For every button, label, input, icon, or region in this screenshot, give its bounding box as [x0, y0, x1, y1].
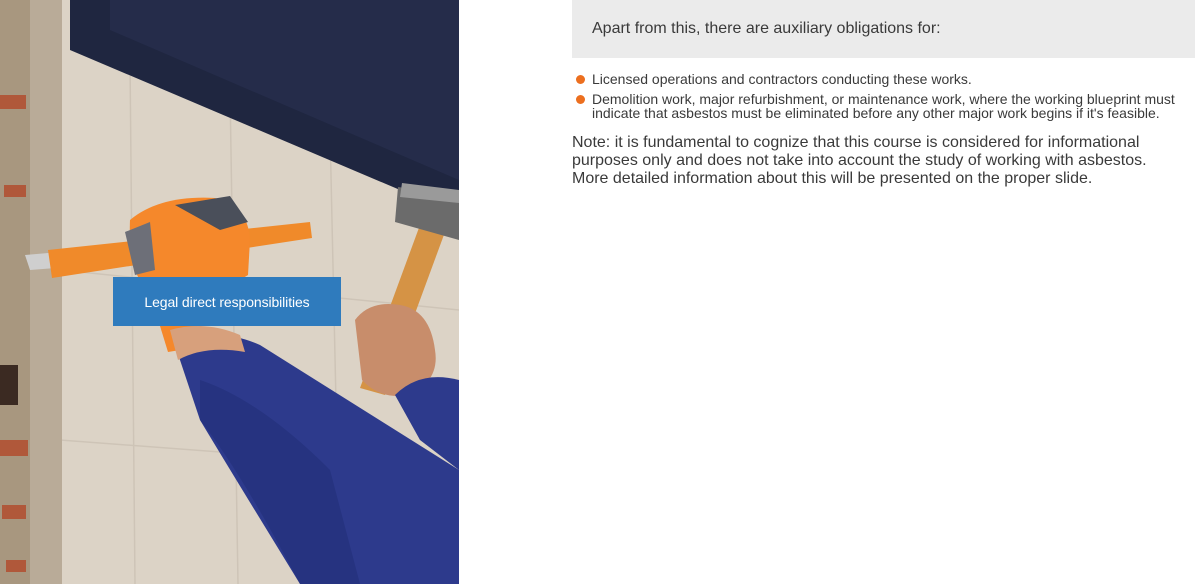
list-item: Licensed operations and contractors cond…: [572, 72, 1182, 86]
legal-direct-responsibilities-button[interactable]: Legal direct responsibilities: [113, 277, 341, 326]
list-item-text: Licensed operations and contractors cond…: [592, 71, 972, 87]
hero-photo: Legal direct responsibilities: [0, 0, 459, 584]
bullet-dot-icon: [576, 95, 585, 104]
list-item-text: Demolition work, major refurbishment, or…: [592, 91, 1175, 121]
intro-callout: Apart from this, there are auxiliary obl…: [572, 0, 1195, 58]
obligations-list: Licensed operations and contractors cond…: [572, 72, 1182, 126]
list-item: Demolition work, major refurbishment, or…: [572, 92, 1182, 120]
note-paragraph: Note: it is fundamental to cognize that …: [572, 134, 1147, 187]
bullet-dot-icon: [576, 75, 585, 84]
intro-text: Apart from this, there are auxiliary obl…: [592, 20, 941, 37]
